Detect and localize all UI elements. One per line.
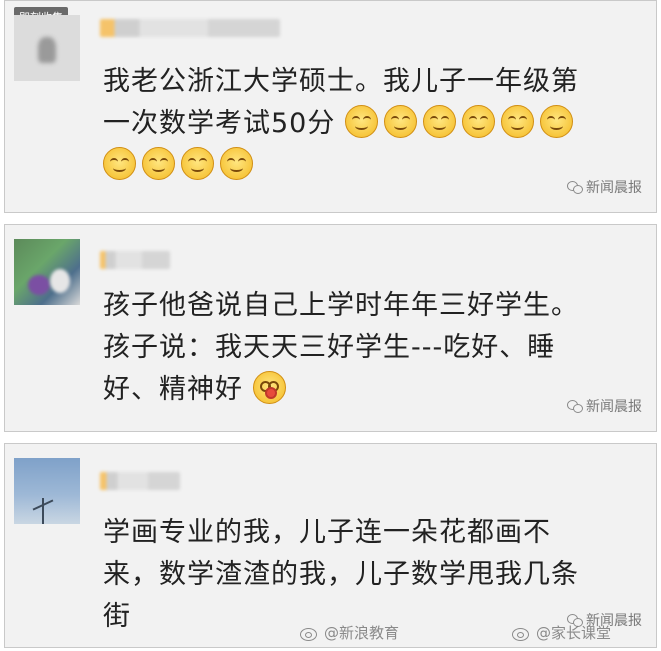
post-line: 一次数学考试50分 <box>103 103 616 145</box>
weibo-icon <box>300 625 320 641</box>
smiley-emoji-icon <box>344 105 378 138</box>
avatar[interactable] <box>14 458 80 524</box>
post-card-1: 即刻收集 我老公浙江大学硕士。我儿子一年级第 一次数学考试50分 新闻晨报 <box>4 0 657 213</box>
smiley-emoji-icon <box>383 105 417 138</box>
username-blurred <box>100 472 180 490</box>
wechat-icon <box>567 181 583 194</box>
post-line: 孩子他爸说自己上学时年年三好学生。 <box>103 290 579 321</box>
smiley-emoji-icon <box>142 147 175 180</box>
watermark: 新闻晨报 <box>567 177 642 197</box>
smiley-emoji-icon <box>461 105 495 138</box>
post-line: 孩子说：我天天三好学生---吃好、睡 <box>103 332 556 363</box>
smiley-emoji-icon <box>103 147 136 180</box>
smiley-emoji-icon <box>181 147 214 180</box>
post-line: 来，数学渣渣的我，儿子数学甩我几条 <box>103 559 579 590</box>
emoji-row <box>103 145 616 187</box>
smiley-emoji-icon <box>422 105 456 138</box>
smiley-emoji-icon <box>500 105 534 138</box>
post-line: 学画专业的我，儿子连一朵花都画不 <box>103 517 551 548</box>
username-blurred <box>100 19 280 37</box>
avatar[interactable] <box>14 15 80 81</box>
post-card-3: 学画专业的我，儿子连一朵花都画不 来，数学渣渣的我，儿子数学甩我几条 街 新闻晨… <box>4 443 657 648</box>
post-card-2: 孩子他爸说自己上学时年年三好学生。 孩子说：我天天三好学生---吃好、睡 好、精… <box>4 224 657 432</box>
smiley-emoji-icon <box>220 147 253 180</box>
post-line-text: 一次数学考试50分 <box>103 108 336 139</box>
watermark: 新闻晨报 <box>567 396 642 416</box>
post-text: 我老公浙江大学硕士。我儿子一年级第 一次数学考试50分 <box>103 61 616 187</box>
weibo-icon <box>512 625 532 641</box>
weibo-watermark-left: @新浪教育 <box>300 622 399 643</box>
weibo-watermark-right: @家长课堂 <box>512 622 611 643</box>
smiley-emoji-icon <box>539 105 573 138</box>
post-line: 我老公浙江大学硕士。我儿子一年级第 <box>103 66 579 97</box>
username-blurred <box>100 251 170 269</box>
dizzy-emoji-icon <box>252 371 286 404</box>
post-text: 孩子他爸说自己上学时年年三好学生。 孩子说：我天天三好学生---吃好、睡 好、精… <box>103 285 616 411</box>
avatar[interactable] <box>14 239 80 305</box>
post-text: 学画专业的我，儿子连一朵花都画不 来，数学渣渣的我，儿子数学甩我几条 街 <box>103 512 616 638</box>
post-line: 好、精神好 <box>103 369 616 411</box>
wechat-icon <box>567 400 583 413</box>
